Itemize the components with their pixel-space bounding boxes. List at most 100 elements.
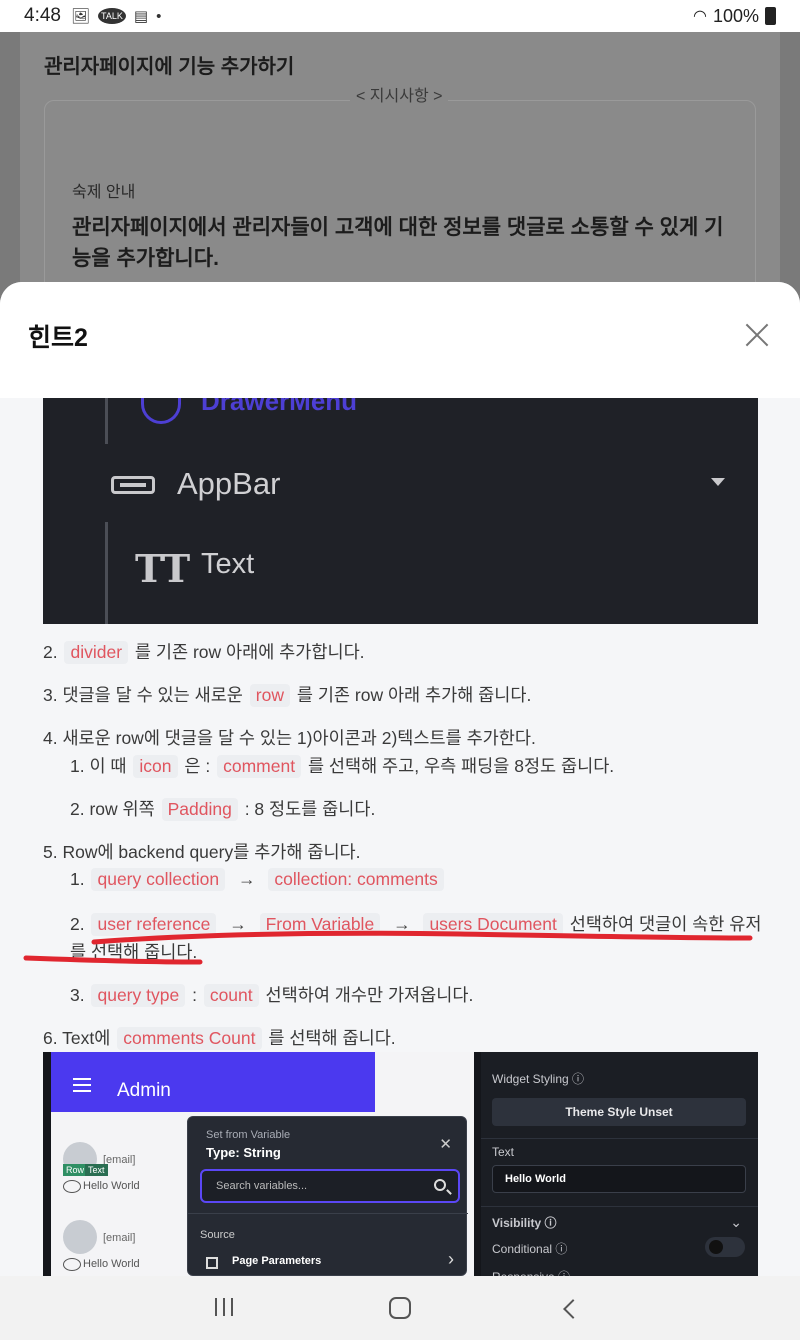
responsive-label: Responsive ⓘ (492, 1268, 570, 1276)
battery-percent: 100% (712, 5, 759, 26)
row-tag: Row (63, 1164, 88, 1176)
page-title: 관리자페이지에 기능 추가하기 (44, 56, 295, 78)
recent-apps-button[interactable] (215, 1298, 235, 1318)
divider (481, 1138, 758, 1139)
source-label: Source (200, 1229, 235, 1241)
hint-sheet: 힌트2 DrawerMenu AppBar TT Text 2. divider… (0, 282, 800, 1276)
caret-down-icon (711, 478, 725, 486)
step-text: 를 기존 row 아래에 추가합니다. (134, 642, 365, 662)
status-bar: 4:48 🖼 TALK ▤ • ◠ 100% (0, 0, 800, 32)
email-text: [email] (103, 1154, 136, 1166)
menu-icon (73, 1084, 91, 1086)
code-comment: comment (217, 755, 302, 778)
widget-styling-label: Widget Styling ⓘ (492, 1072, 585, 1086)
text-label: Text (201, 548, 255, 580)
code-collection-comments: collection: comments (268, 868, 444, 891)
step-4: 4. 새로운 row에 댓글을 달 수 있는 1)아이콘과 2)텍스트를 추가한… (43, 728, 536, 748)
flutterflow-widget-tree-screenshot: DrawerMenu AppBar TT Text (43, 398, 758, 624)
close-button[interactable] (744, 322, 770, 348)
comment-icon (63, 1258, 81, 1271)
calendar-icon: ▤ (133, 8, 149, 25)
step-number: 2. (70, 914, 85, 934)
popup-subtitle: Set from Variable (206, 1129, 291, 1141)
step-4-1: 1. 이 때 icon 은 : comment 를 선택해 주고, 우측 패딩을… (70, 753, 614, 778)
back-button[interactable] (563, 1299, 583, 1319)
search-icon (434, 1179, 446, 1191)
step-text: 은 : (184, 756, 211, 776)
code-padding: Padding (161, 798, 238, 821)
arrow-icon: → (237, 869, 256, 889)
step-5-3: 3. query type : count 선택하여 개수만 가져옵니다. (70, 982, 473, 1007)
set-from-variable-popup: Set from Variable Type: String ✕ Search … (187, 1116, 468, 1276)
step-5-1: 1. query collection → collection: commen… (70, 868, 446, 891)
drawer-icon (141, 398, 181, 424)
code-query-collection: query collection (91, 868, 226, 891)
step-text: 를 선택해 줍니다. (268, 1028, 396, 1048)
homework-label: 숙제 안내 (72, 184, 136, 201)
step-4-2: 2. row 위쪽 Padding : 8 정도를 줍니다. (70, 796, 375, 821)
appbar-label: AppBar (177, 466, 281, 501)
navigation-bar (0, 1276, 800, 1340)
step-text: : 8 정도를 줍니다. (244, 799, 376, 819)
text-widget-icon: TT (135, 546, 191, 591)
text-tag: Text (85, 1164, 108, 1176)
text-value-input[interactable]: Hello World (492, 1165, 746, 1193)
chevron-down-icon: ⌄ (730, 1214, 742, 1230)
step-number: 1. (70, 869, 85, 889)
app-title: Admin (117, 1080, 171, 1101)
arrow-icon: → (393, 914, 411, 934)
hello-text: Hello World (83, 1258, 140, 1270)
step-3: 3. 댓글을 달 수 있는 새로운 row 를 기존 row 아래 추가해 줍니… (43, 682, 531, 707)
code-user-reference: user reference (91, 913, 217, 936)
step-5-2: 2. user reference → From Variable → user… (70, 911, 761, 936)
search-placeholder: Search variables... (216, 1180, 308, 1192)
step-text: 3. 댓글을 달 수 있는 새로운 (43, 685, 243, 705)
step-6: 6. Text에 comments Count 를 선택해 줍니다. (43, 1025, 396, 1050)
step-5: 5. Row에 backend query를 추가해 줍니다. (43, 842, 361, 862)
step-number: 2. row 위쪽 (70, 799, 155, 819)
theme-style-button[interactable]: Theme Style Unset (492, 1098, 746, 1126)
arrow-icon: → (229, 914, 247, 934)
code-count: count (203, 984, 259, 1007)
properties-panel: Widget Styling ⓘ Theme Style Unset Text … (481, 1052, 758, 1276)
home-button[interactable] (389, 1297, 411, 1319)
step-text: 를 선택해 주고, 우측 패딩을 8정도 줍니다. (307, 756, 615, 776)
crop-icon (206, 1257, 218, 1269)
step-5-2-cont: 를 선택해 줍니다. (70, 942, 198, 962)
divider (481, 1206, 758, 1207)
email-text: [email] (103, 1232, 136, 1244)
homework-text: 관리자페이지에서 관리자들이 고객에 대한 정보를 댓글로 소통할 수 있게 기… (72, 216, 724, 270)
battery-icon (765, 7, 776, 25)
step-2: 2. divider 를 기존 row 아래에 추가합니다. (43, 639, 365, 664)
sheet-title: 힌트2 (28, 324, 88, 352)
step-number: 1. 이 때 (70, 756, 127, 776)
search-variables-input[interactable]: Search variables... (200, 1169, 460, 1203)
wifi-icon: ◠ (692, 8, 707, 25)
step-text: : (192, 985, 197, 1005)
step-number: 3. (70, 985, 85, 1005)
step-text: 를 기존 row 아래 추가해 줍니다. (296, 685, 532, 705)
code-query-type: query type (91, 984, 186, 1007)
drawer-label: DrawerMenu (201, 398, 358, 416)
hello-text: Hello World (83, 1180, 140, 1192)
conditional-label: Conditional ⓘ (492, 1242, 568, 1256)
close-icon[interactable]: ✕ (439, 1135, 452, 1153)
tree-line (105, 522, 108, 624)
conditional-toggle[interactable] (705, 1237, 745, 1257)
image-icon: 🖼 (70, 8, 91, 25)
flutterflow-editor-screenshot: Admin [email] Row Text Hello World [emai… (43, 1052, 758, 1276)
step-text: 6. Text에 (43, 1028, 111, 1048)
code-users-document: users Document (423, 913, 563, 936)
status-right: ◠ 100% (693, 6, 776, 27)
app-bar: Admin (51, 1052, 375, 1112)
visibility-label: Visibility ⓘ (492, 1216, 557, 1230)
code-divider: divider (64, 641, 129, 664)
code-icon: icon (133, 755, 178, 778)
page-parameters-item[interactable]: Page Parameters (232, 1255, 321, 1267)
comment-icon (63, 1180, 81, 1193)
avatar (63, 1220, 97, 1254)
kakaotalk-icon: TALK (98, 8, 126, 24)
popup-title: Type: String (206, 1145, 281, 1160)
step-text: 선택하여 댓글이 속한 유저 (569, 914, 762, 934)
tree-line (105, 398, 108, 444)
